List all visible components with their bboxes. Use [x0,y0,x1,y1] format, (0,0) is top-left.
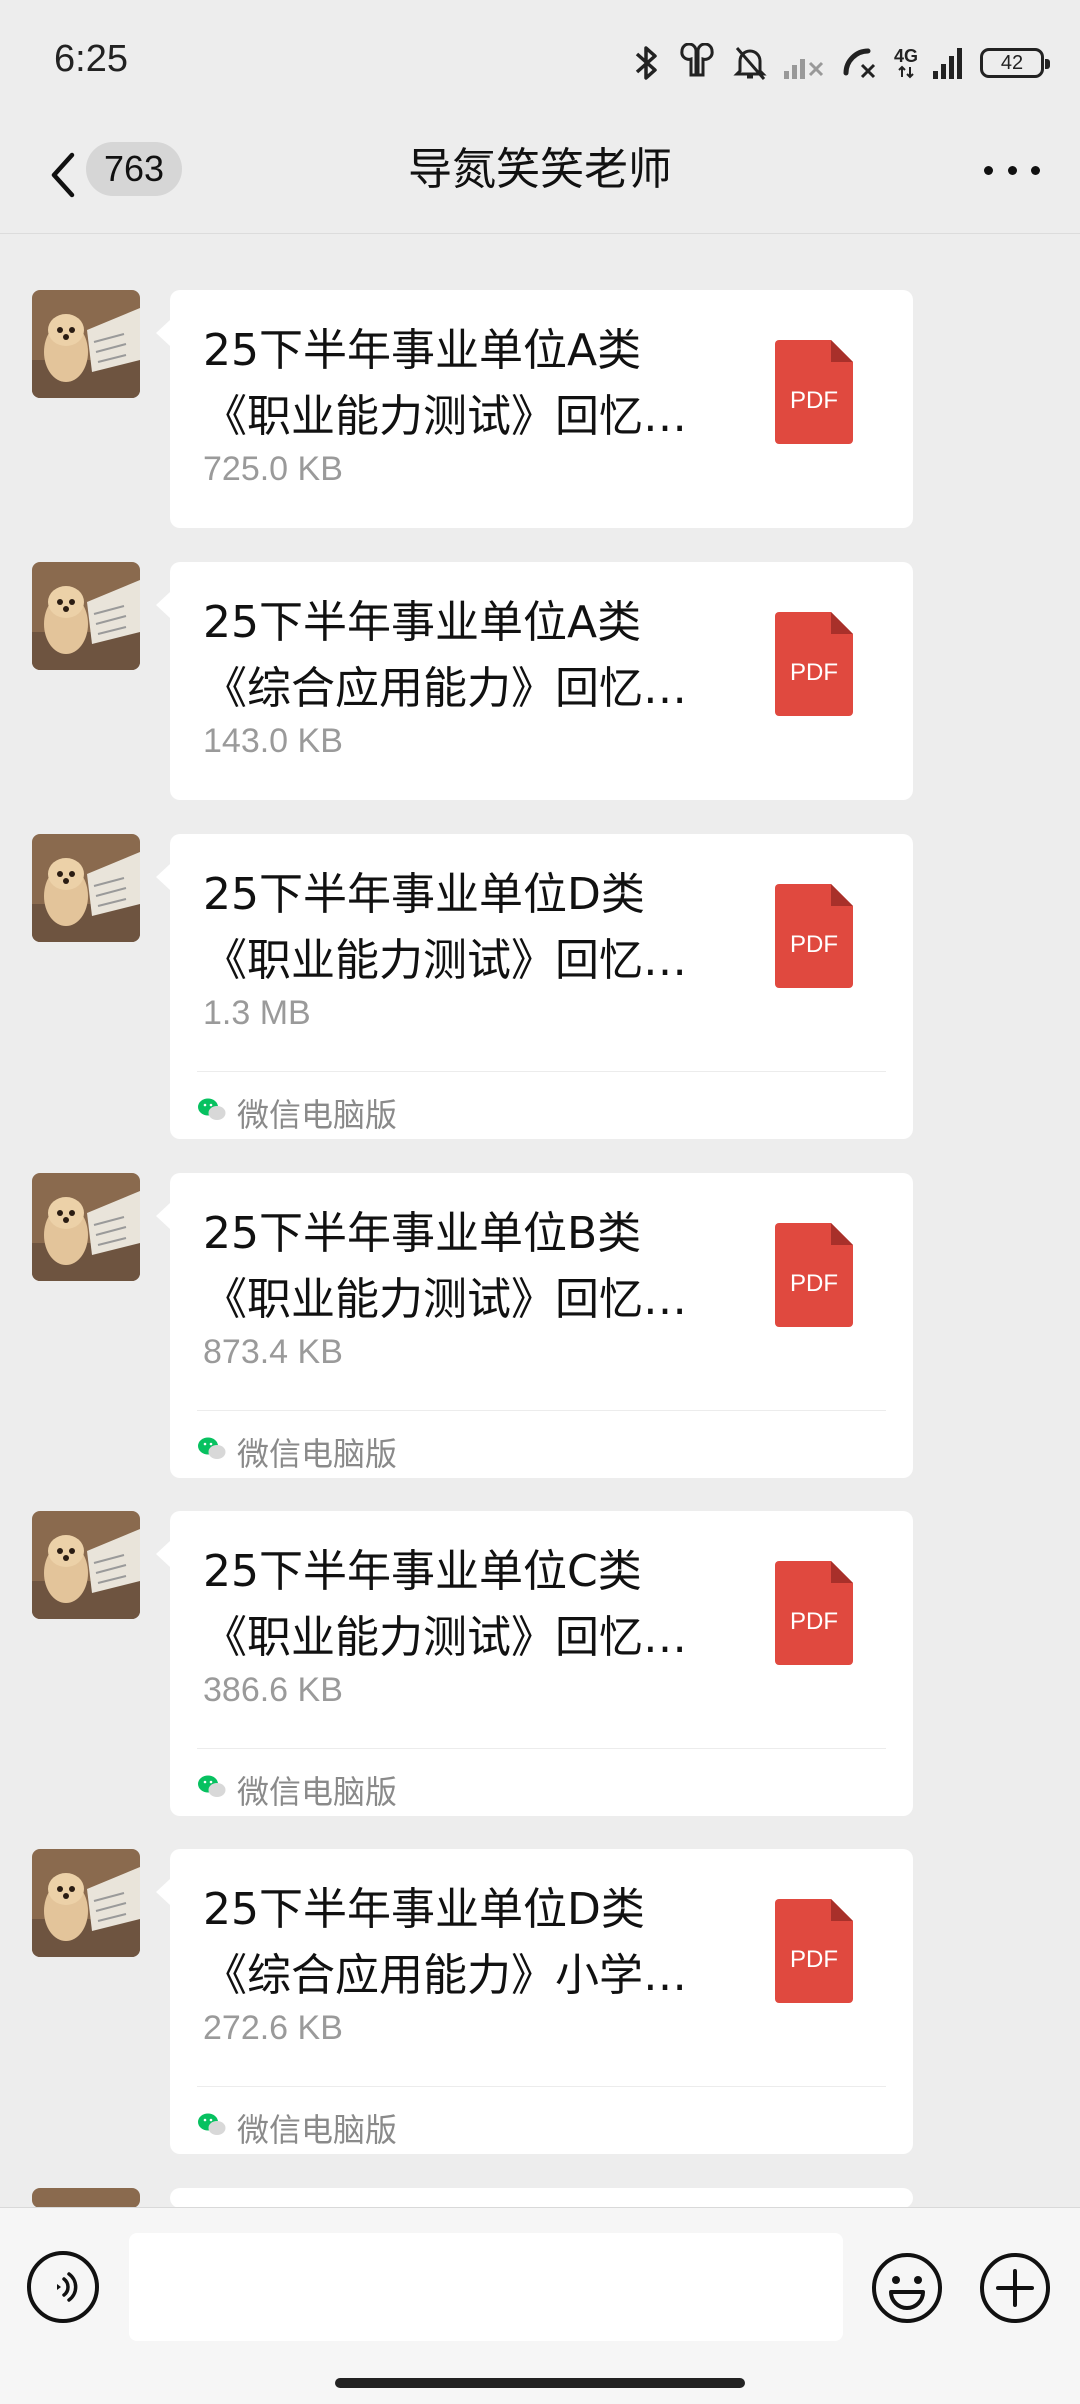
signal-off-icon [783,59,824,79]
wechat-icon [197,1094,227,1132]
bubble-divider [197,1071,886,1072]
input-bar [0,2207,1080,2404]
file-size: 725.0 KB [203,450,343,488]
file-title: 25下半年事业单位B类 《职业能力测试》回忆… [203,1201,723,1333]
svg-text:PDF: PDF [790,387,838,414]
file-source-label: 微信电脑版 [237,1435,398,1473]
svg-text:PDF: PDF [790,659,838,686]
voice-icon[interactable] [27,2251,99,2323]
file-title-line2: 《职业能力测试》回忆… [203,935,687,986]
wechat-icon [197,1771,227,1809]
svg-text:PDF: PDF [790,931,838,958]
file-bubble[interactable] [156,2188,913,2244]
file-source: 微信电脑版 [197,1090,397,1136]
avatar[interactable] [32,834,140,942]
file-title-line1: 25下半年事业单位A类 [203,597,642,648]
file-source: 微信电脑版 [197,1767,397,1813]
more-dots-icon[interactable] [984,160,1040,180]
avatar[interactable] [32,2188,140,2208]
chat-title: 导氮笑笑老师 [408,144,672,195]
pdf-file-icon: PDF [775,1899,853,2003]
pdf-file-icon: PDF [775,884,853,988]
call-blocked-icon [843,48,876,79]
file-size: 1.3 MB [203,994,311,1032]
avatar[interactable] [32,1511,140,1619]
avatar[interactable] [32,1849,140,1957]
data-arrows-icon [898,65,914,79]
file-title-line2: 《职业能力测试》回忆… [203,1274,687,1325]
file-title: 25下半年事业单位C类 《职业能力测试》回忆… [203,1539,723,1671]
signal-icon [933,48,962,79]
message-input[interactable] [129,2233,843,2341]
svg-text:PDF: PDF [790,1270,838,1297]
header-divider [0,233,1080,234]
file-source-label: 微信电脑版 [237,2111,398,2149]
bluetooth-icon [635,46,657,80]
status-icons: 4G 42 [632,38,1050,88]
file-bubble[interactable]: 25下半年事业单位A类 《综合应用能力》回忆… 143.0 KB PDF [156,562,913,800]
emoji-icon[interactable] [870,2251,944,2325]
file-bubble[interactable]: 25下半年事业单位C类 《职业能力测试》回忆… 386.6 KB PDF 微信电… [156,1511,913,1816]
file-title-line2: 《职业能力测试》回忆… [203,1612,687,1663]
file-title-line2: 《综合应用能力》小学… [203,1950,687,2001]
file-size: 386.6 KB [203,1671,343,1709]
battery-icon: 42 [980,48,1050,78]
file-title-line2: 《职业能力测试》回忆… [203,391,687,442]
file-title-line1: 25下半年事业单位C类 [203,1546,642,1597]
file-source: 微信电脑版 [197,2105,397,2151]
home-indicator[interactable] [335,2378,745,2388]
pdf-file-icon: PDF [775,1223,853,1327]
mute-bell-icon [733,47,767,80]
avatar[interactable] [32,290,140,398]
file-source-label: 微信电脑版 [237,1773,398,1811]
avatar[interactable] [32,562,140,670]
file-title-line1: 25下半年事业单位A类 [203,325,642,376]
plus-icon[interactable] [978,2251,1052,2325]
file-source: 微信电脑版 [197,1429,397,1475]
network-indicator: 4G [894,47,918,79]
pdf-file-icon: PDF [775,1561,853,1665]
svg-text:PDF: PDF [790,1608,838,1635]
chat-header: 763 导氮笑笑老师 [0,120,1080,235]
status-time: 6:25 [54,38,128,80]
file-size: 873.4 KB [203,1333,343,1371]
file-title-line1: 25下半年事业单位B类 [203,1208,642,1259]
battery-level: 42 [1000,51,1024,74]
pdf-file-icon: PDF [775,612,853,716]
file-source-label: 微信电脑版 [237,1096,398,1134]
earbuds-icon [680,43,714,77]
file-title: 25下半年事业单位A类 《职业能力测试》回忆… [203,318,723,450]
bubble-divider [197,1748,886,1749]
file-size: 272.6 KB [203,2009,343,2047]
pdf-file-icon: PDF [775,340,853,444]
network-label: 4G [893,46,918,66]
file-bubble[interactable]: 25下半年事业单位D类 《职业能力测试》回忆… 1.3 MB PDF 微信电脑版 [156,834,913,1139]
wechat-icon [197,1433,227,1471]
file-title: 25下半年事业单位D类 《职业能力测试》回忆… [203,862,723,994]
file-size: 143.0 KB [203,722,343,760]
voice-waves-icon [57,2272,78,2302]
bubble-divider [197,1410,886,1411]
file-title-line1: 25下半年事业单位D类 [203,1884,645,1935]
file-bubble[interactable]: 25下半年事业单位D类 《综合应用能力》小学… 272.6 KB PDF 微信电… [156,1849,913,2154]
file-title-line2: 《综合应用能力》回忆… [203,663,687,714]
file-title: 25下半年事业单位D类 《综合应用能力》小学… [203,1877,723,2009]
bubble-divider [197,2086,886,2087]
file-bubble[interactable]: 25下半年事业单位A类 《职业能力测试》回忆… 725.0 KB PDF [156,290,913,528]
avatar[interactable] [32,1173,140,1281]
svg-text:PDF: PDF [790,1946,838,1973]
file-title: 25下半年事业单位A类 《综合应用能力》回忆… [203,590,723,722]
file-title-line1: 25下半年事业单位D类 [203,869,645,920]
file-bubble[interactable]: 25下半年事业单位B类 《职业能力测试》回忆… 873.4 KB PDF 微信电… [156,1173,913,1478]
wechat-icon [197,2109,227,2147]
status-bar: 6:25 4G 42 [0,0,1080,130]
